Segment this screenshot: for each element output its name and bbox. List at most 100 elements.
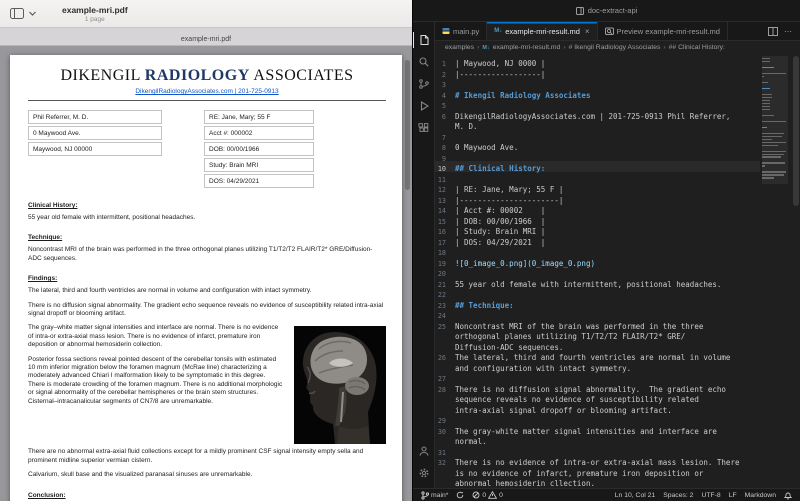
line-text: abnormal hemosiderin cllection. (455, 479, 595, 488)
report-letterhead: DIKENGIL RADIOLOGY ASSOCIATES (28, 67, 386, 85)
editor-row[interactable]: 25Noncontrast MRI of the brain was perfo… (435, 319, 760, 330)
branch-name: main* (431, 492, 448, 499)
status-eol[interactable]: LF (729, 492, 737, 499)
document-title-block: example-mri.pdf 1 page (62, 5, 128, 23)
editor-row[interactable]: 4# Ikengil Radiology Associates (435, 88, 760, 99)
editor-row[interactable]: 28There is no diffusion signal abnormali… (435, 382, 760, 393)
findings-paragraph: Calvarium, skull base and the visualized… (28, 471, 386, 479)
editor-row[interactable]: 6DikengilRadiologyAssociates.com | 201-7… (435, 109, 760, 120)
editor-row[interactable]: and configuration with intact symmetry. (435, 361, 760, 372)
notifications-bell-icon[interactable] (784, 491, 792, 500)
source-control-icon[interactable] (413, 73, 435, 95)
editor-row[interactable]: intra-axial signal dropoff or blooming a… (435, 403, 760, 414)
tab-main-py[interactable]: main.py (435, 22, 487, 40)
editor-row[interactable]: 16| Study: Brain MRI | (435, 224, 760, 235)
editor-row[interactable]: 13|----------------------| (435, 193, 760, 204)
line-text: ## Clinical History: (455, 164, 545, 173)
status-sync[interactable] (456, 491, 464, 499)
line-text: The gray-white matter signal intensities… (455, 427, 717, 436)
pdf-view-area[interactable]: DIKENGIL RADIOLOGY ASSOCIATES DikengilRa… (0, 46, 412, 501)
referrer-street: 0 Maywood Ave. (28, 126, 162, 140)
line-text: # Ikengil Radiology Associates (455, 91, 590, 100)
editor-row[interactable]: 9 (435, 151, 760, 162)
referrer-address: Phil Referrer, M. D. 0 Maywood Ave. Mayw… (28, 110, 162, 190)
minimap[interactable] (762, 56, 788, 488)
workspace-title: doc-extract-api (588, 6, 638, 15)
editor-row[interactable]: Diffusion-ADC sequences. (435, 340, 760, 351)
vscode-window: doc-extract-api (412, 0, 800, 501)
editor-row[interactable]: 17| DOS: 04/29/2021 | (435, 235, 760, 246)
status-language[interactable]: Markdown (745, 492, 776, 499)
technique-text: Noncontrast MRI of the brain was perform… (28, 246, 386, 263)
error-count: 0 (482, 492, 486, 499)
preview-window: example-mri.pdf 1 page example-mri.pdf D… (0, 0, 412, 501)
chevron-down-icon[interactable] (29, 11, 36, 16)
letterhead-word-2: RADIOLOGY (145, 67, 250, 84)
editor-row[interactable]: 14| Acct #: 00002 | (435, 203, 760, 214)
editor-row[interactable]: is no evidence of infarct, premature iro… (435, 466, 760, 477)
patient-info: RE: Jane, Mary; 55 F Acct #: 000002 DOB:… (204, 110, 314, 190)
findings-paragraph: There are no abnormal extra-axial fluid … (28, 448, 386, 465)
close-icon[interactable]: × (585, 27, 590, 36)
tab-label: Preview example-mri-result.md (617, 27, 720, 36)
git-branch-icon (421, 491, 429, 500)
technique-heading: Technique: (28, 234, 386, 241)
more-actions-icon[interactable]: ⋯ (784, 27, 793, 36)
markdown-icon: M↓ (482, 45, 489, 51)
status-problems[interactable]: 0 0 (472, 491, 503, 499)
editor-row[interactable]: 15| DOB: 00/00/1966 | (435, 214, 760, 225)
tab-example-mri-result-md[interactable]: M↓ example-mri-result.md × (487, 22, 597, 40)
breadcrumb-symbol-h1[interactable]: # Ikengil Radiology Associates (569, 44, 661, 51)
status-encoding[interactable]: UTF-8 (701, 492, 720, 499)
document-page-count: 1 page (62, 16, 128, 23)
editor-rows[interactable]: 1| Maywood, NJ 0000 |2|-----------------… (435, 54, 760, 488)
status-line-col[interactable]: Ln 10, Col 21 (615, 492, 655, 499)
search-icon[interactable] (413, 51, 435, 73)
patient-dob: DOB: 00/00/1966 (204, 142, 314, 156)
editor-row[interactable]: orthogonal planes utilizing T1/T2/T2 FLA… (435, 329, 760, 340)
settings-gear-icon[interactable] (413, 462, 435, 484)
tab-preview-example-mri-result-md[interactable]: Preview example-mri-result.md (598, 22, 728, 40)
status-branch[interactable]: main* (421, 491, 448, 500)
breadcrumb-file[interactable]: example-mri-result.md (493, 44, 561, 51)
editor-row[interactable]: 2155 year old female with intermittent, … (435, 277, 760, 288)
explorer-icon[interactable] (413, 29, 435, 51)
editor-row[interactable]: 1| Maywood, NJ 0000 | (435, 56, 760, 67)
status-indent[interactable]: Spaces: 2 (663, 492, 693, 499)
activity-bar (413, 22, 435, 488)
editor-row[interactable]: 2|------------------| (435, 67, 760, 78)
run-debug-icon[interactable] (413, 95, 435, 117)
findings-wrap: The gray–white matter signal intensities… (28, 324, 386, 406)
pdf-scrollbar[interactable] (405, 60, 410, 190)
tab-label: example-mri-result.md (505, 27, 580, 36)
editor-row[interactable]: 32There is no evidence of intra-or extra… (435, 455, 760, 466)
extensions-icon[interactable] (413, 117, 435, 139)
chevron-right-icon: › (663, 44, 665, 51)
breadcrumb-folder[interactable]: examples (445, 44, 474, 51)
tab-actions: ⋯ (761, 22, 800, 40)
editor-row[interactable]: 19![0_image_0.png](0_image_0.png) (435, 256, 760, 267)
warning-icon (488, 491, 497, 499)
split-editor-icon[interactable] (768, 27, 778, 36)
editor-row[interactable]: 7 (435, 130, 760, 141)
line-text: and configuration with intact symmetry. (455, 364, 631, 373)
editor-row[interactable]: 10## Clinical History: (435, 161, 760, 172)
breadcrumb-symbol-h2[interactable]: ## Clinical History: (669, 44, 725, 51)
error-icon (472, 491, 480, 499)
editor-row[interactable]: 26The lateral, third and fourth ventricl… (435, 350, 760, 361)
account-icon[interactable] (413, 440, 435, 462)
sidebar-toggle-icon[interactable] (10, 8, 24, 19)
line-text: DikengilRadiologyAssociates.com | 201-72… (455, 112, 730, 121)
editor-row[interactable]: 23## Technique: (435, 298, 760, 309)
editor-row[interactable]: 30The gray-white matter signal intensiti… (435, 424, 760, 435)
preview-tab-label[interactable]: example-mri.pdf (181, 36, 231, 43)
editor-scrollbar[interactable] (793, 56, 799, 206)
editor-row[interactable]: 12| RE: Jane, Mary; 55 F | (435, 182, 760, 193)
warning-count: 0 (499, 492, 503, 499)
editor-row[interactable]: 80 Maywood Ave. (435, 140, 760, 151)
editor-row[interactable]: 31 (435, 445, 760, 456)
status-bar: main* 0 0 Ln 10, Col 21 Spaces: 2 UTF-8 … (413, 488, 800, 501)
chevron-right-icon: › (477, 44, 479, 51)
markdown-icon: M↓ (494, 28, 502, 34)
editor-row[interactable]: 11 (435, 172, 760, 183)
